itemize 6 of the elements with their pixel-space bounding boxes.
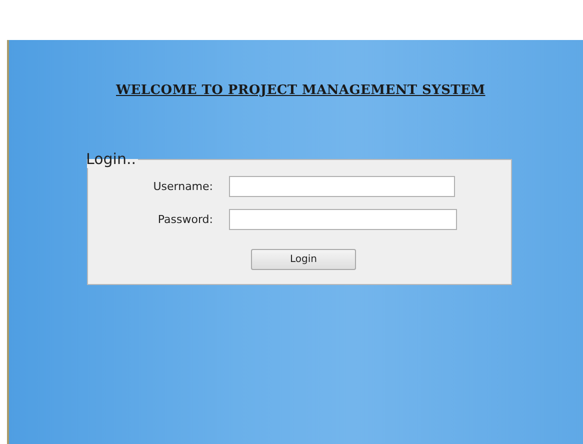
login-button[interactable]: Login <box>251 249 356 270</box>
input-field[interactable] <box>229 176 455 197</box>
input-field[interactable] <box>229 209 457 230</box>
field-label: Username: <box>152 180 213 193</box>
field-label: Password: <box>156 213 213 226</box>
welcome-title: WELCOME TO PROJECT MANAGEMENT SYSTEM <box>116 83 486 98</box>
